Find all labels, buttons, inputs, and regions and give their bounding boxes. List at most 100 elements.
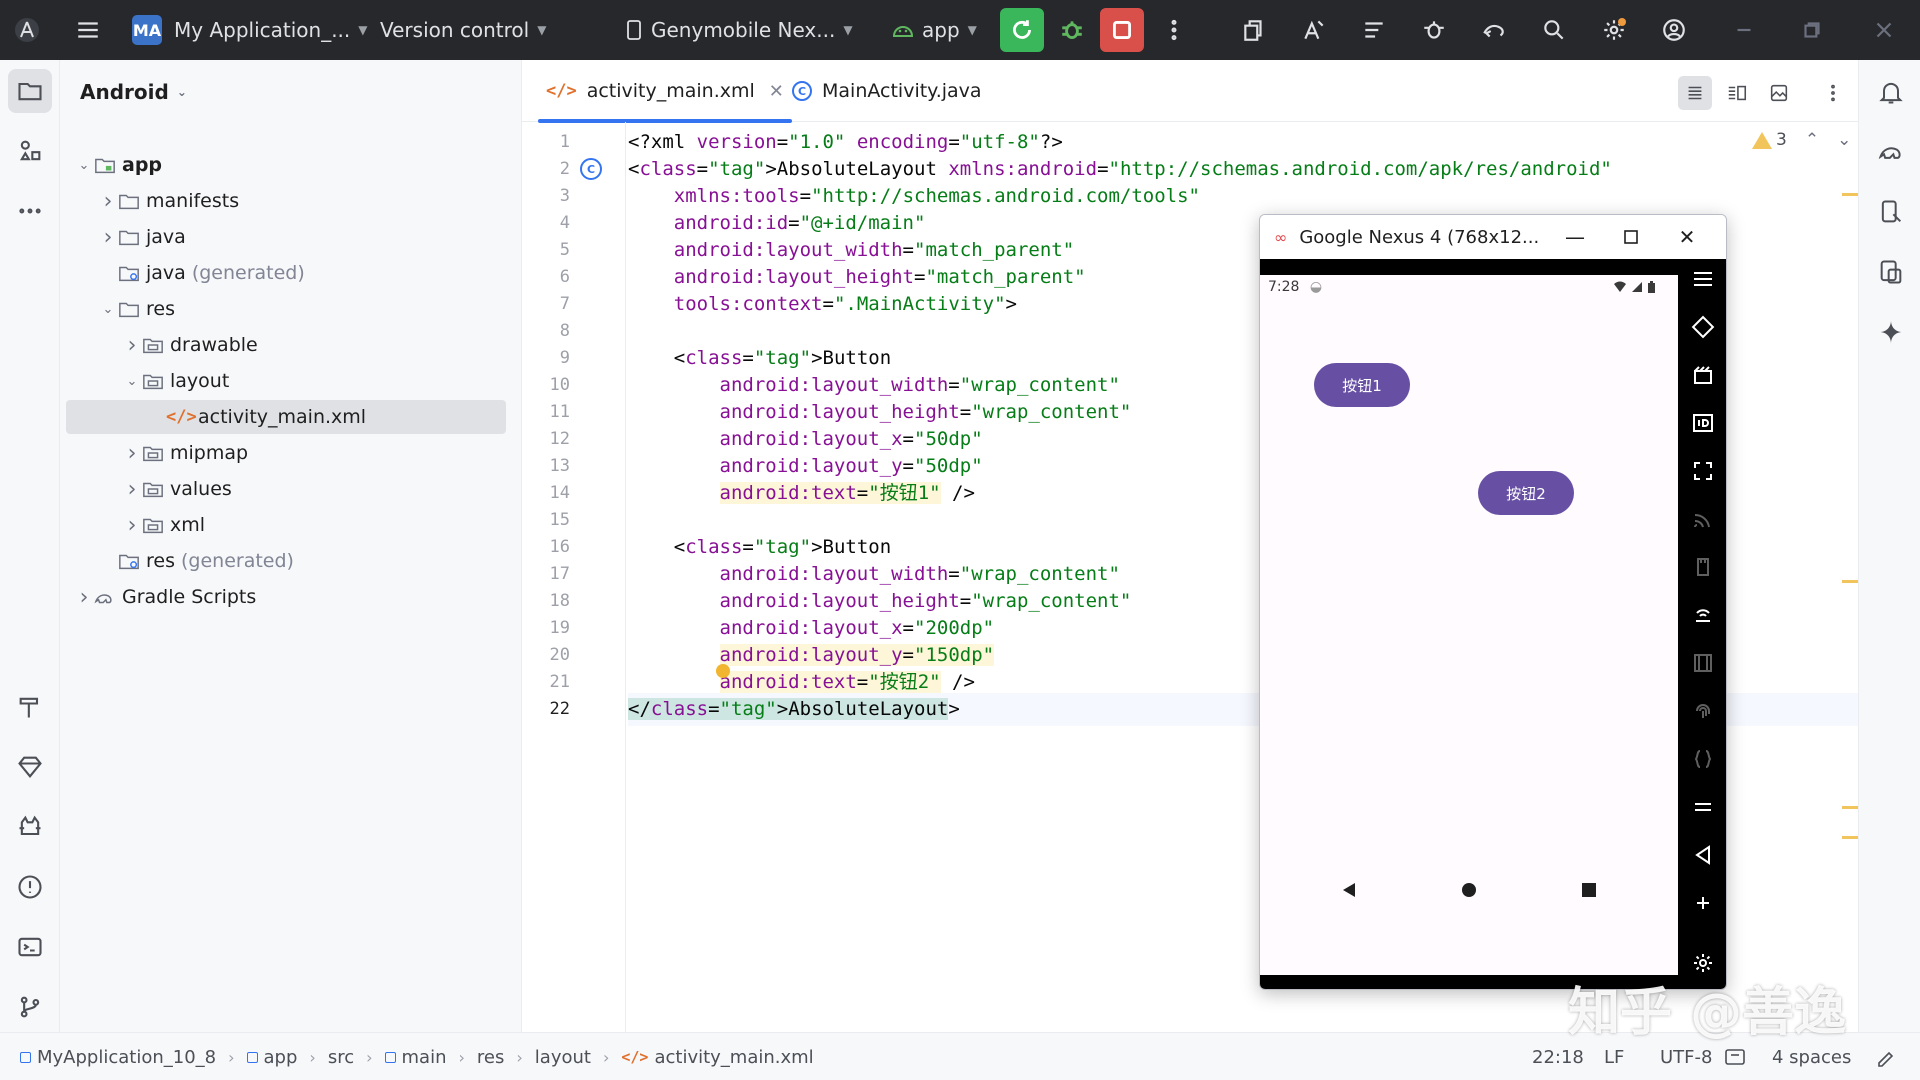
fullscreen-icon[interactable]	[1689, 457, 1717, 485]
lock-icon[interactable]	[1874, 1033, 1896, 1080]
chevron-right-icon[interactable]: ›	[122, 441, 142, 466]
account-icon[interactable]	[1656, 12, 1692, 48]
more-tools-icon[interactable]	[8, 189, 52, 233]
intention-bulb-icon[interactable]	[716, 664, 730, 678]
gps-icon[interactable]	[1689, 601, 1717, 629]
translate-icon[interactable]	[1296, 12, 1332, 48]
open-gapps-icon[interactable]	[1689, 793, 1717, 821]
sync-list-icon[interactable]	[1356, 12, 1392, 48]
back-icon[interactable]	[1689, 841, 1717, 869]
emulator-maximize-icon[interactable]	[1606, 215, 1656, 259]
tree-item[interactable]: java (generated)	[98, 256, 305, 290]
class-gutter-icon[interactable]: C	[580, 158, 602, 180]
tree-item[interactable]: › java	[98, 220, 186, 254]
breadcrumb-item[interactable]: res	[477, 1047, 504, 1068]
breadcrumb-item[interactable]: MyApplication_10_8	[20, 1047, 216, 1068]
resource-manager-icon[interactable]	[8, 129, 52, 173]
device-manager-icon[interactable]	[1871, 192, 1911, 232]
stop-button[interactable]	[1100, 8, 1144, 52]
tree-item[interactable]: › mipmap	[122, 436, 248, 470]
chevron-down-icon[interactable]: ⌄	[98, 302, 118, 317]
design-view-icon[interactable]	[1762, 76, 1796, 110]
minimize-window-icon[interactable]	[1726, 12, 1762, 48]
tree-item[interactable]: res (generated)	[98, 544, 294, 578]
tree-item[interactable]: › values	[122, 472, 232, 506]
breadcrumb-item[interactable]: src	[328, 1047, 354, 1068]
terminal-icon[interactable]	[8, 925, 52, 969]
project-view-selector[interactable]: Android ⌄	[80, 80, 187, 104]
settings-gear-icon[interactable]	[1596, 12, 1632, 48]
braces-icon[interactable]	[1689, 745, 1717, 773]
build-hammer-icon[interactable]	[8, 685, 52, 729]
phone-button-2[interactable]: 按钮2	[1478, 471, 1574, 515]
tree-item[interactable]: ⌄ layout	[122, 364, 230, 398]
tree-item[interactable]: › xml	[122, 508, 205, 542]
run-config-selector[interactable]: app ▼	[890, 0, 977, 60]
main-menu-icon[interactable]	[70, 12, 106, 48]
storage-icon[interactable]	[1689, 553, 1717, 581]
gradle-sync-icon[interactable]	[1476, 12, 1512, 48]
code-view-icon[interactable]	[1678, 76, 1712, 110]
phone-screen[interactable]: 7:28 ◒ 按钮1 按钮2	[1260, 275, 1678, 975]
chevron-down-icon[interactable]: ⌄	[122, 374, 142, 389]
problems-warning-icon[interactable]	[8, 865, 52, 909]
git-branch-icon[interactable]	[8, 985, 52, 1029]
rerun-button[interactable]	[1000, 8, 1044, 52]
breadcrumb-item[interactable]: </> activity_main.xml	[621, 1047, 813, 1068]
attach-debugger-icon[interactable]	[1416, 12, 1452, 48]
next-highlight-icon[interactable]: ⌄	[1837, 130, 1851, 150]
tree-item[interactable]: </> activity_main.xml	[66, 400, 506, 434]
code-line[interactable]: tools:context=".MainActivity">	[628, 288, 1017, 321]
screen-capture-icon[interactable]	[1689, 361, 1717, 389]
phone-button-1[interactable]: 按钮1	[1314, 363, 1410, 407]
code-line[interactable]: android:text="按钮1" />	[628, 477, 975, 510]
apply-changes-icon[interactable]	[1236, 12, 1272, 48]
close-tab-icon[interactable]: ✕	[769, 81, 784, 102]
breadcrumb-item[interactable]: app	[246, 1047, 297, 1068]
inspection-warnings[interactable]: 3 ⌃ ⌄	[1752, 130, 1851, 150]
project-view-folder-icon[interactable]	[8, 69, 52, 113]
vcs-selector[interactable]: Version control ▼	[380, 0, 546, 60]
fingerprint-icon[interactable]	[1689, 697, 1717, 725]
notifications-bell-icon[interactable]	[1871, 72, 1911, 112]
chevron-right-icon[interactable]: ›	[74, 585, 94, 610]
chevron-right-icon[interactable]: ›	[122, 513, 142, 538]
tab-mainactivity-java[interactable]: C MainActivity.java	[784, 60, 990, 122]
media-icon[interactable]	[1689, 649, 1717, 677]
breadcrumb-item[interactable]: layout	[535, 1047, 591, 1068]
tree-item[interactable]: ⌄ res	[98, 292, 175, 326]
rotate-icon[interactable]	[1689, 313, 1717, 341]
project-selector[interactable]: MA My Application_... ▼	[132, 0, 368, 60]
tree-item[interactable]: ⌄ app	[74, 148, 162, 182]
device-selector[interactable]: Genymobile Nex... ▼	[625, 0, 853, 60]
gemini-sparkle-icon[interactable]	[1871, 312, 1911, 352]
search-icon[interactable]	[1536, 12, 1572, 48]
chevron-right-icon[interactable]: ›	[98, 225, 118, 250]
tree-item[interactable]: › drawable	[122, 328, 258, 362]
chevron-right-icon[interactable]: ›	[98, 189, 118, 214]
running-devices-icon[interactable]	[1871, 252, 1911, 292]
emulator-close-icon[interactable]: ✕	[1662, 215, 1712, 259]
debug-button[interactable]	[1050, 8, 1094, 52]
close-window-icon[interactable]	[1866, 12, 1902, 48]
emulator-title-bar[interactable]: ∞ Google Nexus 4 (768x12... — ✕	[1260, 215, 1726, 259]
emulator-minimize-icon[interactable]: —	[1550, 215, 1600, 259]
chevron-down-icon[interactable]: ⌄	[74, 158, 94, 173]
cast-icon[interactable]	[1689, 505, 1717, 533]
split-view-icon[interactable]	[1720, 76, 1754, 110]
tree-item[interactable]: › manifests	[98, 184, 240, 218]
tree-item[interactable]: › Gradle Scripts	[74, 580, 257, 614]
restore-window-icon[interactable]	[1794, 12, 1830, 48]
logcat-icon[interactable]	[8, 805, 52, 849]
breadcrumb-item[interactable]: main	[384, 1047, 447, 1068]
volume-up-icon[interactable]	[1689, 889, 1717, 917]
editor-more-icon[interactable]	[1816, 76, 1850, 110]
emulator-menu-icon[interactable]	[1689, 265, 1717, 293]
tab-activity-main-xml[interactable]: </> activity_main.xml ✕	[538, 60, 792, 123]
gem-icon[interactable]	[8, 745, 52, 789]
more-actions-icon[interactable]	[1156, 12, 1192, 48]
chevron-right-icon[interactable]: ›	[122, 477, 142, 502]
device-id-icon[interactable]	[1689, 409, 1717, 437]
chevron-right-icon[interactable]: ›	[122, 333, 142, 358]
previous-highlight-icon[interactable]: ⌃	[1805, 130, 1819, 150]
